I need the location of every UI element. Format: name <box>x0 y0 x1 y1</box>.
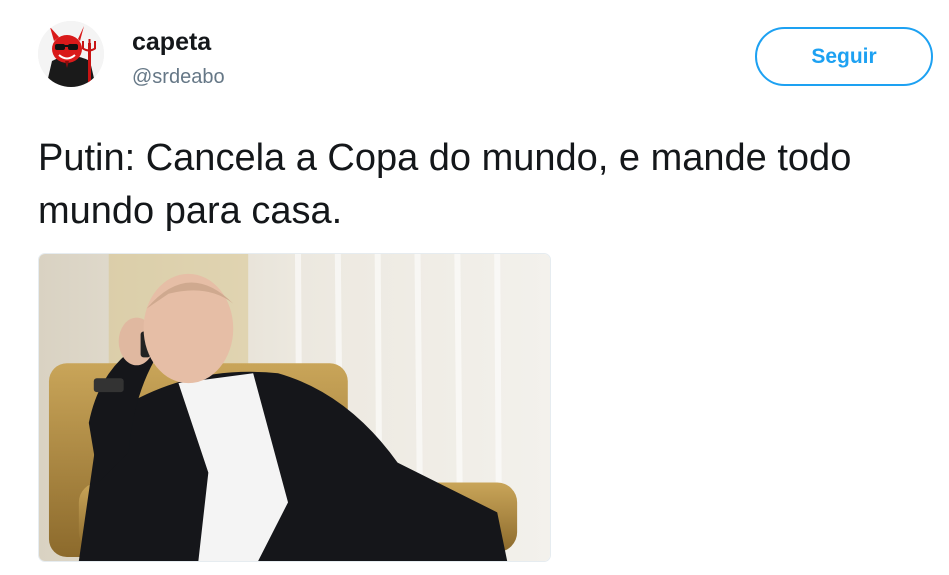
follow-button[interactable]: Seguir <box>755 27 933 86</box>
devil-avatar-icon <box>38 21 104 87</box>
tweet-text: Putin: Cancela a Copa do mundo, e mande … <box>38 137 852 232</box>
display-name[interactable]: capeta <box>132 28 211 57</box>
user-handle[interactable]: @srdeabo <box>132 66 225 89</box>
photo-image <box>39 254 550 561</box>
avatar[interactable] <box>38 21 104 87</box>
tweet-card: capeta @srdeabo Seguir Putin: Cancela a … <box>0 0 949 575</box>
tweet-photo[interactable] <box>38 253 551 562</box>
